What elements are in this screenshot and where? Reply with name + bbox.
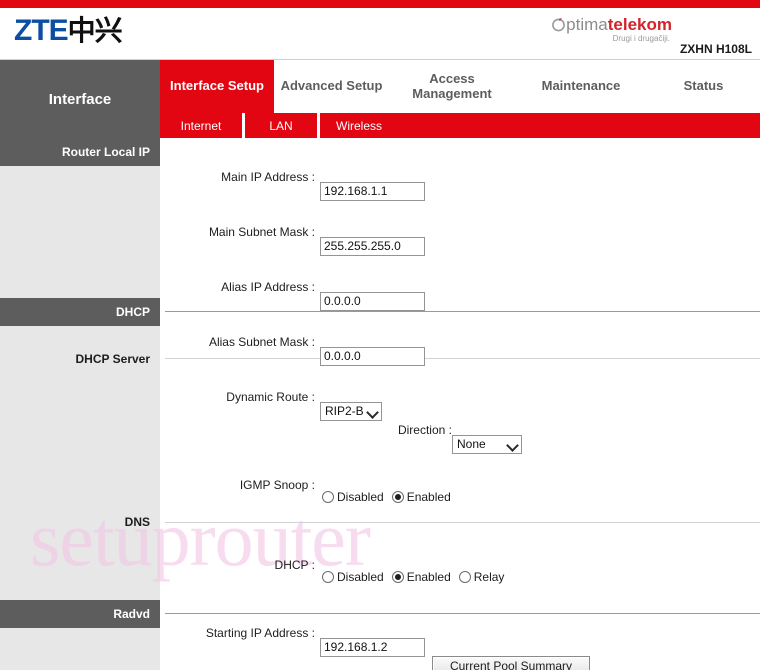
tab-status[interactable]: Status [647, 60, 760, 113]
tab-maintenance-label: Maintenance [541, 78, 621, 94]
main-ip-address-input[interactable]: 192.168.1.1 [320, 182, 425, 201]
nav-tab-list: Interface Setup Advanced Setup Access Ma… [160, 60, 760, 113]
igmp-snoop-radio-group: Disabled Enabled [322, 490, 760, 504]
tab-advanced-setup-label: Advanced Setup [280, 78, 383, 94]
main-ip-address-label: Main IP Address : [221, 170, 315, 184]
alias-subnet-mask-input[interactable]: 0.0.0.0 [320, 347, 425, 366]
dynamic-route-value: RIP2-B [325, 404, 364, 418]
section-header-radvd: Radvd [0, 600, 160, 628]
section-label-column [0, 138, 160, 670]
radio-icon [458, 571, 471, 583]
igmp-snoop-label: IGMP Snoop : [239, 478, 315, 492]
tab-interface-setup[interactable]: Interface Setup [160, 60, 274, 113]
dynamic-route-select[interactable]: RIP2-B [320, 402, 382, 421]
tab-maintenance[interactable]: Maintenance [515, 60, 647, 113]
dynamic-route-label: Dynamic Route : [226, 390, 315, 404]
router-admin-page: ZTE中兴 ptimatelekom Drugi i drugačiji. ZX… [0, 0, 760, 670]
brand-header: ZTE中兴 ptimatelekom Drugi i drugačiji. ZX… [0, 8, 760, 60]
starting-ip-address-label: Starting IP Address : [205, 626, 315, 640]
dhcp-enabled-label: Enabled [406, 570, 451, 584]
zte-logo-latin: ZTE [14, 14, 69, 47]
optima-telekom-logo: ptimatelekom Drugi i drugačiji. [551, 16, 672, 43]
section-header-radvd-label: Radvd [113, 607, 150, 621]
router-model-name: ZXHN H108L [679, 42, 752, 56]
alias-subnet-mask-label: Alias Subnet Mask : [208, 335, 315, 349]
direction-value: None [457, 437, 486, 451]
dhcp-enabled-option[interactable]: Enabled [391, 570, 451, 584]
optima-name: ptima [566, 15, 608, 34]
section-header-dns: DNS [0, 508, 160, 536]
subtab-lan-label: LAN [269, 118, 293, 133]
subtab-internet-label: Internet [180, 118, 222, 133]
dhcp-relay-option[interactable]: Relay [458, 570, 505, 584]
section-header-router-local-ip: Router Local IP [0, 138, 160, 166]
tab-advanced-setup[interactable]: Advanced Setup [274, 60, 389, 113]
igmp-snoop-disabled-label: Disabled [337, 490, 384, 504]
igmp-snoop-enabled-label: Enabled [406, 490, 451, 504]
zte-logo: ZTE中兴 [14, 14, 123, 47]
dhcp-relay-label: Relay [473, 570, 505, 584]
radio-icon [322, 491, 334, 503]
subtab-wireless[interactable]: Wireless [320, 113, 412, 138]
tab-interface-setup-label: Interface Setup [170, 78, 264, 94]
subtab-lan[interactable]: LAN [245, 113, 320, 138]
radio-icon-selected [391, 491, 404, 503]
section-header-dhcp-server-label: DHCP Server [75, 352, 150, 366]
nav-subtab-list: Internet LAN Wireless [160, 113, 760, 138]
chevron-down-icon [368, 407, 378, 417]
subtab-wireless-label: Wireless [336, 118, 383, 133]
section-header-dhcp-label: DHCP [115, 305, 150, 319]
optima-wordmark: ptimatelekom [551, 16, 672, 34]
section-header-router-local-ip-label: Router Local IP [61, 145, 150, 159]
divider-dhcp [165, 311, 760, 312]
divider-dns [165, 522, 760, 523]
subtab-internet[interactable]: Internet [160, 113, 245, 138]
direction-select[interactable]: None [452, 435, 522, 454]
tab-access-management-label: Access Management [412, 70, 492, 101]
optima-tagline: Drugi i drugačiji. [612, 33, 670, 43]
nav-section-label: Interface [0, 60, 160, 138]
dhcp-disabled-option[interactable]: Disabled [322, 570, 384, 584]
divider-radvd [165, 613, 760, 614]
tab-status-label: Status [683, 78, 724, 94]
optima-c-mark-icon [551, 17, 566, 32]
section-header-dns-label: DNS [124, 515, 150, 529]
main-navigation: Interface Interface Setup Advanced Setup… [0, 60, 760, 138]
alias-ip-address-input[interactable]: 0.0.0.0 [320, 292, 425, 311]
chevron-down-icon [508, 440, 518, 450]
divider-dhcp-server [165, 358, 760, 359]
telekom-name: telekom [607, 15, 672, 34]
direction-label: Direction : [397, 423, 452, 437]
radio-icon [322, 571, 334, 583]
igmp-snoop-disabled-option[interactable]: Disabled [322, 490, 384, 504]
alias-ip-address-label: Alias IP Address : [221, 280, 315, 294]
main-subnet-mask-input[interactable]: 255.255.255.0 [320, 237, 425, 256]
settings-content: setuprouter Router Local IP Main IP Addr… [0, 138, 760, 670]
igmp-snoop-enabled-option[interactable]: Enabled [391, 490, 451, 504]
dhcp-disabled-label: Disabled [337, 570, 384, 584]
top-accent-stripe [0, 0, 760, 8]
tab-access-management[interactable]: Access Management [389, 60, 515, 113]
zte-logo-chinese: 中兴 [67, 15, 123, 46]
starting-ip-address-input[interactable]: 192.168.1.2 [320, 638, 425, 657]
dhcp-mode-label: DHCP : [274, 558, 315, 572]
section-header-dhcp-server: DHCP Server [0, 345, 160, 373]
radio-icon-selected [391, 571, 404, 583]
section-header-dhcp: DHCP [0, 298, 160, 326]
dhcp-mode-radio-group: Disabled Enabled Relay [322, 570, 760, 584]
current-pool-summary-button[interactable]: Current Pool Summary [432, 656, 590, 670]
main-subnet-mask-label: Main Subnet Mask : [208, 225, 315, 239]
